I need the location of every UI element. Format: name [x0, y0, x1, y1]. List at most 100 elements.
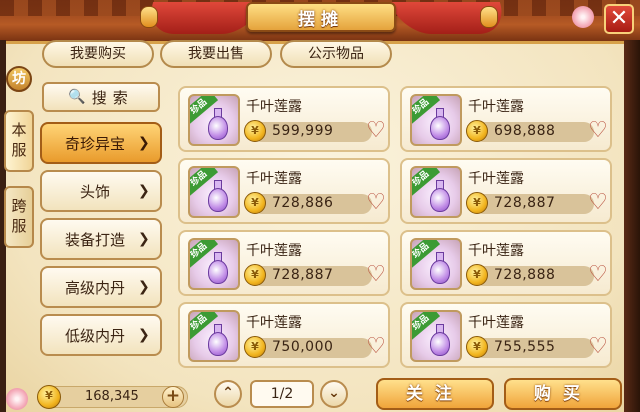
- category-advanced-core[interactable]: 高级内丹 ❯: [40, 266, 162, 308]
- tab-sell[interactable]: 我要出售: [160, 40, 272, 68]
- heart-icon[interactable]: ♡: [364, 264, 388, 286]
- item-price: 728,886: [272, 195, 334, 211]
- page-indicator: 1/2: [250, 380, 314, 408]
- chevron-down-icon: ⌄: [328, 385, 340, 401]
- potion-icon: [208, 332, 228, 356]
- item-name: 千叶莲露: [246, 99, 302, 115]
- tab-server[interactable]: 本服: [4, 110, 34, 172]
- category-rare-treasure[interactable]: 奇珍异宝 ❯: [40, 122, 162, 164]
- buy-button[interactable]: 购买: [504, 378, 622, 410]
- item-thumbnail: 珍品: [188, 238, 240, 290]
- coin-icon: ¥: [244, 192, 266, 214]
- item-grid: 珍品 千叶莲露 ¥ 599,999 ♡ 珍品 千叶莲露 ¥ 698,888 ♡: [174, 80, 624, 376]
- potion-icon: [430, 188, 450, 212]
- category-label: 高级内丹: [64, 278, 125, 297]
- plum-blossom-icon: [572, 6, 594, 28]
- heart-icon[interactable]: ♡: [364, 336, 388, 358]
- stall-window: { "window": {"title": "摆摊", "close": "✕"…: [0, 0, 640, 412]
- item-name: 千叶莲露: [246, 171, 302, 187]
- plum-blossom-icon: [6, 388, 28, 410]
- chevron-right-icon: ❯: [138, 183, 150, 199]
- item-thumbnail: 珍品: [410, 94, 462, 146]
- heart-icon[interactable]: ♡: [586, 120, 610, 142]
- category-panel: 🔍 搜索 奇珍异宝 ❯ 头饰 ❯ 装备打造 ❯ 高级内丹 ❯ 低级内丹 ❯: [36, 76, 166, 372]
- tab-buy[interactable]: 我要购买: [42, 40, 154, 68]
- category-headwear[interactable]: 头饰 ❯: [40, 170, 162, 212]
- item-thumbnail: 珍品: [188, 94, 240, 146]
- money-amount: 168,345: [85, 389, 139, 404]
- item-card[interactable]: 珍品 千叶莲露 ¥ 750,000 ♡: [178, 302, 390, 368]
- item-name: 千叶莲露: [468, 171, 524, 187]
- item-card[interactable]: 珍品 千叶莲露 ¥ 599,999 ♡: [178, 86, 390, 152]
- potion-icon: [430, 116, 450, 140]
- item-name: 千叶莲露: [468, 99, 524, 115]
- heart-icon[interactable]: ♡: [586, 192, 610, 214]
- tab-public-items[interactable]: 公示物品: [280, 40, 392, 68]
- item-card[interactable]: 珍品 千叶莲露 ¥ 698,888 ♡: [400, 86, 612, 152]
- item-thumbnail: 珍品: [188, 310, 240, 362]
- item-price: 728,887: [272, 267, 334, 283]
- item-price: 728,887: [494, 195, 556, 211]
- page-down-button[interactable]: ⌄: [320, 380, 348, 408]
- coin-icon: ¥: [244, 264, 266, 286]
- lantern-icon: [480, 6, 498, 28]
- potion-icon: [208, 188, 228, 212]
- item-card[interactable]: 珍品 千叶莲露 ¥ 728,887 ♡: [400, 158, 612, 224]
- heart-icon[interactable]: ♡: [364, 120, 388, 142]
- category-label: 头饰: [79, 182, 110, 201]
- item-name: 千叶莲露: [246, 315, 302, 331]
- chevron-right-icon: ❯: [138, 135, 150, 151]
- item-thumbnail: 珍品: [410, 310, 462, 362]
- add-money-button[interactable]: +: [162, 386, 184, 408]
- item-name: 千叶莲露: [468, 243, 524, 259]
- chevron-right-icon: ❯: [138, 231, 150, 247]
- item-card[interactable]: 珍品 千叶莲露 ¥ 728,887 ♡: [178, 230, 390, 296]
- coin-icon: ¥: [466, 192, 488, 214]
- category-label: 装备打造: [64, 230, 125, 249]
- chevron-up-icon: ⌃: [222, 385, 234, 401]
- item-thumbnail: 珍品: [188, 166, 240, 218]
- category-label: 低级内丹: [64, 326, 125, 345]
- heart-icon[interactable]: ♡: [586, 336, 610, 358]
- item-thumbnail: 珍品: [410, 238, 462, 290]
- item-card[interactable]: 珍品 千叶莲露 ¥ 755,555 ♡: [400, 302, 612, 368]
- potion-icon: [208, 116, 228, 140]
- tab-cross-server[interactable]: 跨服: [4, 186, 34, 248]
- close-button[interactable]: ✕: [604, 4, 634, 34]
- potion-icon: [430, 332, 450, 356]
- window-title: 摆摊: [246, 2, 396, 32]
- item-name: 千叶莲露: [246, 243, 302, 259]
- category-label: 奇珍异宝: [64, 134, 125, 153]
- page-up-button[interactable]: ⌃: [214, 380, 242, 408]
- coin-icon: ¥: [466, 336, 488, 358]
- follow-button[interactable]: 关注: [376, 378, 494, 410]
- scene-edge-right: [624, 40, 640, 412]
- item-price: 599,999: [272, 123, 334, 139]
- item-thumbnail: 珍品: [410, 166, 462, 218]
- market-badge-icon: 坊: [6, 66, 32, 92]
- category-basic-core[interactable]: 低级内丹 ❯: [40, 314, 162, 356]
- category-equipment-forging[interactable]: 装备打造 ❯: [40, 218, 162, 260]
- search-icon: 🔍: [68, 89, 86, 105]
- chevron-right-icon: ❯: [138, 327, 150, 343]
- search-label: 搜索: [91, 88, 134, 107]
- item-price: 698,888: [494, 123, 556, 139]
- coin-icon: ¥: [37, 385, 61, 409]
- item-card[interactable]: 珍品 千叶莲露 ¥ 728,888 ♡: [400, 230, 612, 296]
- coin-icon: ¥: [244, 336, 266, 358]
- coin-icon: ¥: [466, 120, 488, 142]
- coin-icon: ¥: [466, 264, 488, 286]
- potion-icon: [430, 260, 450, 284]
- item-price: 755,555: [494, 339, 556, 355]
- item-price: 728,888: [494, 267, 556, 283]
- lantern-icon: [140, 6, 158, 28]
- heart-icon[interactable]: ♡: [586, 264, 610, 286]
- item-price: 750,000: [272, 339, 334, 355]
- item-card[interactable]: 珍品 千叶莲露 ¥ 728,886 ♡: [178, 158, 390, 224]
- chevron-right-icon: ❯: [138, 279, 150, 295]
- item-name: 千叶莲露: [468, 315, 524, 331]
- heart-icon[interactable]: ♡: [364, 192, 388, 214]
- potion-icon: [208, 260, 228, 284]
- search-button[interactable]: 🔍 搜索: [42, 82, 160, 112]
- coin-icon: ¥: [244, 120, 266, 142]
